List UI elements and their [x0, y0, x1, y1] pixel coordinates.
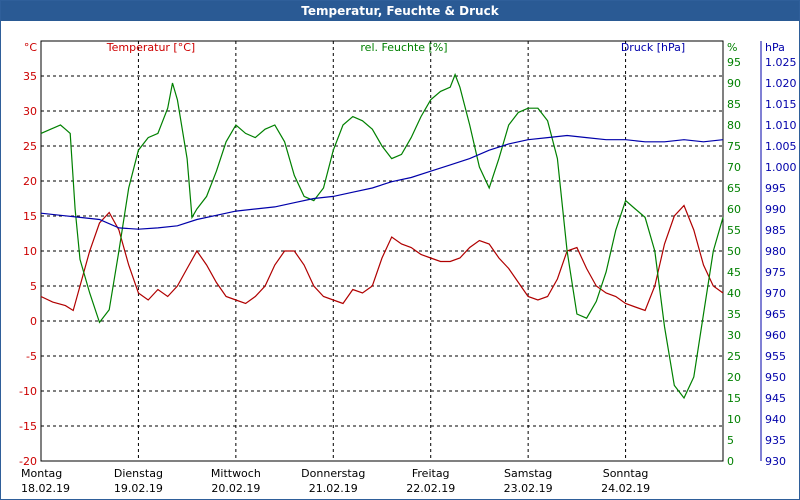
y-right-humidity-tick-label: 80 — [727, 119, 741, 132]
y-right-humidity-tick-label: 25 — [727, 350, 741, 363]
y-right-pressure-tick-label: 980 — [765, 245, 786, 258]
y-right-humidity-tick-label: 5 — [727, 434, 734, 447]
y-right-pressure-tick-label: 985 — [765, 224, 786, 237]
y-right-humidity-tick-label: 10 — [727, 413, 741, 426]
window-title: Temperatur, Feuchte & Druck — [1, 1, 799, 21]
y-right-pressure-tick-label: 960 — [765, 329, 786, 342]
y-right-humidity-tick-label: 90 — [727, 77, 741, 90]
humidity-axis-label: rel. Feuchte [%] — [360, 41, 447, 54]
y-right-humidity-tick-label: 30 — [727, 329, 741, 342]
y-right-humidity-tick-label: 40 — [727, 287, 741, 300]
y-right-pressure-tick-label: 1.010 — [765, 119, 797, 132]
y-left-tick-label: -5 — [26, 350, 37, 363]
y-left-tick-label: -10 — [19, 385, 37, 398]
y-right-pressure-tick-label: 935 — [765, 434, 786, 447]
y-right-pressure-tick-label: 1.015 — [765, 98, 797, 111]
y-left-tick-label: 10 — [23, 245, 37, 258]
x-tick-label-date: 20.02.19 — [211, 482, 260, 495]
y-left-tick-label: 15 — [23, 210, 37, 223]
x-tick-label-date: 23.02.19 — [504, 482, 553, 495]
y-right-pressure-tick-label: 990 — [765, 203, 786, 216]
x-tick-label-day: Donnerstag — [301, 467, 365, 480]
y-right-humidity-tick-label: 45 — [727, 266, 741, 279]
x-tick-label-day: Dienstag — [114, 467, 163, 480]
y-left-tick-label: 30 — [23, 105, 37, 118]
y-left-tick-label: 35 — [23, 70, 37, 83]
y-right-humidity-tick-label: 35 — [727, 308, 741, 321]
x-tick-label-date: 24.02.19 — [601, 482, 650, 495]
y-left-tick-label: -15 — [19, 420, 37, 433]
x-tick-label-date: 21.02.19 — [309, 482, 358, 495]
y-left-unit: °C — [24, 41, 38, 54]
left-axis-label: Temperatur [°C] — [106, 41, 195, 54]
pressure-axis-label: Druck [hPa] — [621, 41, 685, 54]
x-tick-label-day: Mittwoch — [211, 467, 261, 480]
y-right-humidity-tick-label: 20 — [727, 371, 741, 384]
x-tick-label-day: Samstag — [504, 467, 552, 480]
y-right-pressure-tick-label: 1.000 — [765, 161, 797, 174]
y-right-pressure-tick-label: 945 — [765, 392, 786, 405]
y-right-humidity-tick-label: 15 — [727, 392, 741, 405]
x-tick-label-date: 18.02.19 — [21, 482, 70, 495]
y-right-humidity-tick-label: 50 — [727, 245, 741, 258]
x-tick-label-date: 19.02.19 — [114, 482, 163, 495]
y-right-pressure-tick-label: 1.025 — [765, 56, 797, 69]
y-right-pressure-tick-label: 965 — [765, 308, 786, 321]
y-right-humidity-tick-label: 65 — [727, 182, 741, 195]
y-right-pressure-tick-label: 940 — [765, 413, 786, 426]
y-right-humidity-tick-label: 0 — [727, 455, 734, 468]
chart-window: Temperatur, Feuchte & Druck -20 -15 -10 -5 0… — [0, 0, 800, 500]
y-right-pressure-tick-label: 955 — [765, 350, 786, 363]
y-right-pressure-tick-label: 1.020 — [765, 77, 797, 90]
y-left-tick-label: 5 — [30, 280, 37, 293]
y-right-pressure-tick-label: 970 — [765, 287, 786, 300]
y-right-humidity-tick-label: 60 — [727, 203, 741, 216]
x-tick-label-day: Montag — [21, 467, 62, 480]
y-right-humidity-tick-label: 85 — [727, 98, 741, 111]
y-right-pressure-tick-label: 1.005 — [765, 140, 797, 153]
y-right-pressure-tick-label: 930 — [765, 455, 786, 468]
y-right-humidity-tick-label: 95 — [727, 56, 741, 69]
x-tick-label-day: Freitag — [412, 467, 450, 480]
weather-chart: -20-15-10-505101520253035°C0510152025303… — [19, 40, 797, 495]
y-right-pressure-tick-label: 975 — [765, 266, 786, 279]
x-tick-label-day: Sonntag — [603, 467, 649, 480]
y-right-pressure-tick-label: 995 — [765, 182, 786, 195]
y-right-pressure-tick-label: 950 — [765, 371, 786, 384]
y-right-humidity-tick-label: 75 — [727, 140, 741, 153]
y-left-tick-label: 20 — [23, 175, 37, 188]
y-right-humidity-tick-label: 70 — [727, 161, 741, 174]
y-left-tick-label: 25 — [23, 140, 37, 153]
y-right-humidity-tick-label: 55 — [727, 224, 741, 237]
x-tick-label-date: 22.02.19 — [406, 482, 455, 495]
y-right-pressure-unit: hPa — [765, 41, 785, 54]
y-right-humidity-unit: % — [727, 41, 737, 54]
y-left-tick-label: 0 — [30, 315, 37, 328]
